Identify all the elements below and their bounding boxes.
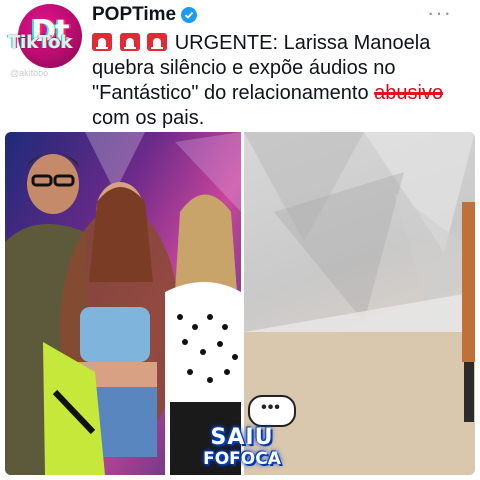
verified-badge-icon (181, 7, 198, 23)
tiktok-watermark-logo: TikTok (8, 32, 73, 53)
bubble-dots: ••• (261, 399, 281, 416)
author-header: POPTime (92, 4, 198, 26)
post-text-struck: abusivo (374, 82, 444, 104)
badge-line-2: FOFOCA (203, 449, 281, 469)
author-name[interactable]: POPTime (92, 4, 176, 26)
siren-icon (147, 33, 168, 51)
siren-icon (92, 33, 112, 51)
post-text-end: com os pais. (92, 107, 205, 129)
siren-icon (119, 33, 140, 51)
more-options-icon[interactable]: ··· (427, 0, 452, 26)
speech-bubble-icon: ••• (248, 395, 296, 427)
post-text: URGENTE: Larissa Manoela quebra silêncio… (92, 31, 462, 131)
saiu-fofoca-badge: ••• SAIU FOFOCA (192, 395, 296, 473)
badge-line-1: SAIU (210, 425, 274, 450)
tiktok-watermark-username: @akitooo (10, 68, 49, 78)
